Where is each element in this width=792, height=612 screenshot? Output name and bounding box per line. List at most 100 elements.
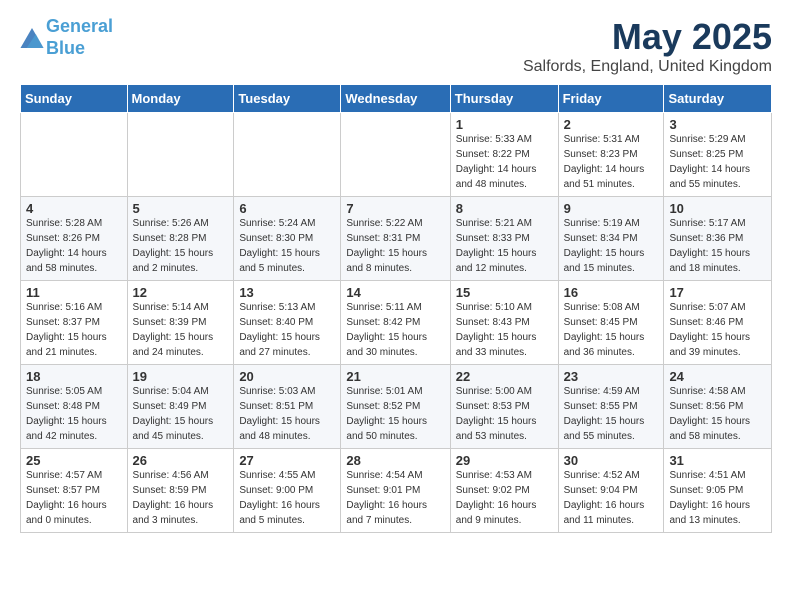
day-number: 20 — [239, 369, 335, 384]
weekday-header-row: SundayMondayTuesdayWednesdayThursdayFrid… — [21, 85, 772, 113]
calendar-cell: 24Sunrise: 4:58 AM Sunset: 8:56 PM Dayli… — [664, 365, 772, 449]
weekday-header-thursday: Thursday — [450, 85, 558, 113]
day-number: 2 — [564, 117, 659, 132]
week-row-2: 4Sunrise: 5:28 AM Sunset: 8:26 PM Daylig… — [21, 197, 772, 281]
day-info: Sunrise: 4:59 AM Sunset: 8:55 PM Dayligh… — [564, 384, 659, 444]
logo: General Blue — [20, 16, 113, 59]
weekday-header-wednesday: Wednesday — [341, 85, 450, 113]
day-info: Sunrise: 4:52 AM Sunset: 9:04 PM Dayligh… — [564, 468, 659, 528]
day-info: Sunrise: 4:55 AM Sunset: 9:00 PM Dayligh… — [239, 468, 335, 528]
calendar-container: General Blue May 2025 Salfords, England,… — [0, 0, 792, 549]
day-number: 5 — [133, 201, 229, 216]
calendar-cell: 8Sunrise: 5:21 AM Sunset: 8:33 PM Daylig… — [450, 197, 558, 281]
day-number: 12 — [133, 285, 229, 300]
day-number: 26 — [133, 453, 229, 468]
calendar-cell: 22Sunrise: 5:00 AM Sunset: 8:53 PM Dayli… — [450, 365, 558, 449]
calendar-cell: 1Sunrise: 5:33 AM Sunset: 8:22 PM Daylig… — [450, 113, 558, 197]
calendar-cell: 9Sunrise: 5:19 AM Sunset: 8:34 PM Daylig… — [558, 197, 664, 281]
calendar-cell: 6Sunrise: 5:24 AM Sunset: 8:30 PM Daylig… — [234, 197, 341, 281]
day-number: 29 — [456, 453, 553, 468]
calendar-cell: 28Sunrise: 4:54 AM Sunset: 9:01 PM Dayli… — [341, 449, 450, 533]
calendar-cell: 2Sunrise: 5:31 AM Sunset: 8:23 PM Daylig… — [558, 113, 664, 197]
day-info: Sunrise: 5:22 AM Sunset: 8:31 PM Dayligh… — [346, 216, 444, 276]
day-number: 16 — [564, 285, 659, 300]
calendar-cell: 30Sunrise: 4:52 AM Sunset: 9:04 PM Dayli… — [558, 449, 664, 533]
calendar-cell — [234, 113, 341, 197]
day-number: 23 — [564, 369, 659, 384]
week-row-1: 1Sunrise: 5:33 AM Sunset: 8:22 PM Daylig… — [21, 113, 772, 197]
logo-line2: Blue — [46, 38, 85, 58]
day-info: Sunrise: 5:11 AM Sunset: 8:42 PM Dayligh… — [346, 300, 444, 360]
calendar-cell: 20Sunrise: 5:03 AM Sunset: 8:51 PM Dayli… — [234, 365, 341, 449]
calendar-cell — [341, 113, 450, 197]
day-info: Sunrise: 5:01 AM Sunset: 8:52 PM Dayligh… — [346, 384, 444, 444]
title-block: May 2025 Salfords, England, United Kingd… — [523, 16, 772, 76]
calendar-cell: 26Sunrise: 4:56 AM Sunset: 8:59 PM Dayli… — [127, 449, 234, 533]
day-info: Sunrise: 5:14 AM Sunset: 8:39 PM Dayligh… — [133, 300, 229, 360]
weekday-header-sunday: Sunday — [21, 85, 128, 113]
day-number: 28 — [346, 453, 444, 468]
day-info: Sunrise: 5:00 AM Sunset: 8:53 PM Dayligh… — [456, 384, 553, 444]
calendar-cell: 17Sunrise: 5:07 AM Sunset: 8:46 PM Dayli… — [664, 281, 772, 365]
weekday-header-friday: Friday — [558, 85, 664, 113]
day-info: Sunrise: 5:03 AM Sunset: 8:51 PM Dayligh… — [239, 384, 335, 444]
calendar-cell: 10Sunrise: 5:17 AM Sunset: 8:36 PM Dayli… — [664, 197, 772, 281]
day-number: 10 — [669, 201, 766, 216]
calendar-cell: 31Sunrise: 4:51 AM Sunset: 9:05 PM Dayli… — [664, 449, 772, 533]
day-info: Sunrise: 5:26 AM Sunset: 8:28 PM Dayligh… — [133, 216, 229, 276]
logo-text: General Blue — [46, 16, 113, 59]
week-row-4: 18Sunrise: 5:05 AM Sunset: 8:48 PM Dayli… — [21, 365, 772, 449]
calendar-cell: 13Sunrise: 5:13 AM Sunset: 8:40 PM Dayli… — [234, 281, 341, 365]
day-info: Sunrise: 5:19 AM Sunset: 8:34 PM Dayligh… — [564, 216, 659, 276]
day-number: 18 — [26, 369, 122, 384]
calendar-cell: 19Sunrise: 5:04 AM Sunset: 8:49 PM Dayli… — [127, 365, 234, 449]
day-info: Sunrise: 5:16 AM Sunset: 8:37 PM Dayligh… — [26, 300, 122, 360]
calendar-cell: 29Sunrise: 4:53 AM Sunset: 9:02 PM Dayli… — [450, 449, 558, 533]
day-number: 24 — [669, 369, 766, 384]
calendar-cell: 21Sunrise: 5:01 AM Sunset: 8:52 PM Dayli… — [341, 365, 450, 449]
location: Salfords, England, United Kingdom — [523, 58, 772, 76]
calendar-cell: 4Sunrise: 5:28 AM Sunset: 8:26 PM Daylig… — [21, 197, 128, 281]
calendar-cell: 3Sunrise: 5:29 AM Sunset: 8:25 PM Daylig… — [664, 113, 772, 197]
day-number: 15 — [456, 285, 553, 300]
day-info: Sunrise: 5:13 AM Sunset: 8:40 PM Dayligh… — [239, 300, 335, 360]
calendar-cell: 15Sunrise: 5:10 AM Sunset: 8:43 PM Dayli… — [450, 281, 558, 365]
day-info: Sunrise: 5:07 AM Sunset: 8:46 PM Dayligh… — [669, 300, 766, 360]
week-row-5: 25Sunrise: 4:57 AM Sunset: 8:57 PM Dayli… — [21, 449, 772, 533]
day-number: 17 — [669, 285, 766, 300]
weekday-header-monday: Monday — [127, 85, 234, 113]
month-title: May 2025 — [523, 16, 772, 58]
day-info: Sunrise: 5:28 AM Sunset: 8:26 PM Dayligh… — [26, 216, 122, 276]
day-info: Sunrise: 5:31 AM Sunset: 8:23 PM Dayligh… — [564, 132, 659, 192]
day-number: 31 — [669, 453, 766, 468]
logo-line1: General — [46, 16, 113, 36]
calendar-cell: 5Sunrise: 5:26 AM Sunset: 8:28 PM Daylig… — [127, 197, 234, 281]
calendar-cell — [21, 113, 128, 197]
day-number: 8 — [456, 201, 553, 216]
calendar-cell: 25Sunrise: 4:57 AM Sunset: 8:57 PM Dayli… — [21, 449, 128, 533]
calendar-cell — [127, 113, 234, 197]
calendar-cell: 18Sunrise: 5:05 AM Sunset: 8:48 PM Dayli… — [21, 365, 128, 449]
day-number: 6 — [239, 201, 335, 216]
calendar-table: SundayMondayTuesdayWednesdayThursdayFrid… — [20, 84, 772, 533]
day-number: 22 — [456, 369, 553, 384]
day-number: 13 — [239, 285, 335, 300]
calendar-cell: 23Sunrise: 4:59 AM Sunset: 8:55 PM Dayli… — [558, 365, 664, 449]
day-number: 14 — [346, 285, 444, 300]
day-info: Sunrise: 5:17 AM Sunset: 8:36 PM Dayligh… — [669, 216, 766, 276]
day-info: Sunrise: 4:57 AM Sunset: 8:57 PM Dayligh… — [26, 468, 122, 528]
day-number: 11 — [26, 285, 122, 300]
calendar-cell: 14Sunrise: 5:11 AM Sunset: 8:42 PM Dayli… — [341, 281, 450, 365]
weekday-header-saturday: Saturday — [664, 85, 772, 113]
header: General Blue May 2025 Salfords, England,… — [20, 16, 772, 76]
day-number: 27 — [239, 453, 335, 468]
calendar-cell: 27Sunrise: 4:55 AM Sunset: 9:00 PM Dayli… — [234, 449, 341, 533]
calendar-cell: 7Sunrise: 5:22 AM Sunset: 8:31 PM Daylig… — [341, 197, 450, 281]
day-number: 4 — [26, 201, 122, 216]
day-info: Sunrise: 5:21 AM Sunset: 8:33 PM Dayligh… — [456, 216, 553, 276]
day-info: Sunrise: 5:29 AM Sunset: 8:25 PM Dayligh… — [669, 132, 766, 192]
day-info: Sunrise: 5:05 AM Sunset: 8:48 PM Dayligh… — [26, 384, 122, 444]
day-number: 25 — [26, 453, 122, 468]
day-number: 19 — [133, 369, 229, 384]
day-info: Sunrise: 4:58 AM Sunset: 8:56 PM Dayligh… — [669, 384, 766, 444]
